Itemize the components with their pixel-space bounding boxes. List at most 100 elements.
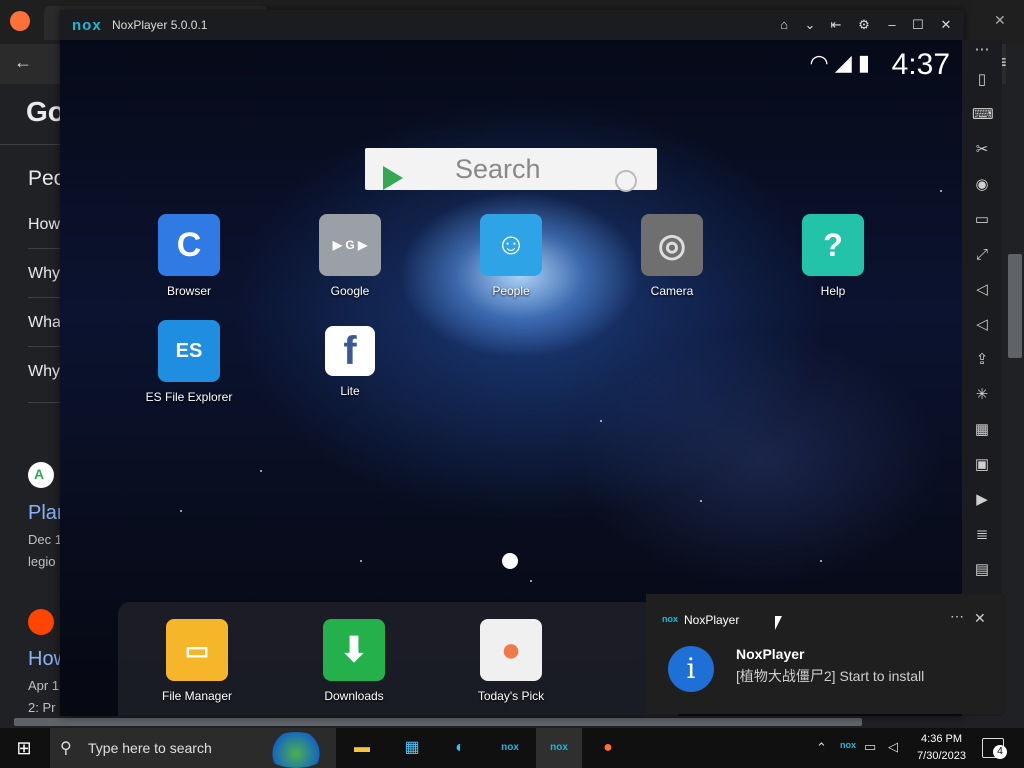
video-record-icon[interactable]: ▣ (972, 455, 992, 475)
home-icon[interactable]: ⌂ (774, 15, 794, 35)
play-video-icon[interactable]: ▶ (972, 490, 992, 510)
divider (28, 297, 60, 298)
location-icon[interactable]: ◉ (972, 175, 992, 195)
balloons-icon: ● (480, 619, 542, 681)
folder-icon: ▭ (166, 619, 228, 681)
nox-active-taskbar-icon[interactable]: nox (545, 736, 573, 760)
dock-downloads[interactable]: ⬇ Downloads (299, 619, 409, 703)
star (600, 420, 602, 422)
star (530, 580, 532, 582)
star (940, 190, 942, 192)
microsoft-store-icon[interactable]: ▦ (398, 736, 426, 760)
controller-icon[interactable]: ▤ (972, 560, 992, 580)
edge-icon[interactable]: ◐ (446, 736, 474, 760)
star (180, 510, 182, 512)
macro-icon[interactable]: ▦ (972, 420, 992, 440)
minimize-icon[interactable]: – (882, 15, 902, 35)
app-help[interactable]: ? Help (778, 214, 888, 298)
install-apk-icon[interactable]: ⇪ (972, 350, 992, 370)
question-3[interactable]: Wha (28, 314, 61, 332)
scissors-icon[interactable]: ✂ (972, 140, 992, 160)
app-google-folder[interactable]: ▶ G ▶ Google (295, 214, 405, 298)
taskbar-search-box[interactable]: ⚲ Type here to search (50, 728, 336, 768)
windows-taskbar: ⊞ ⚲ Type here to search ▬ ▦ ◐ nox nox ● … (0, 728, 1024, 768)
back-arrow-icon[interactable]: ← (14, 52, 32, 73)
app-label: Browser (166, 284, 211, 298)
mouse-cursor (775, 616, 782, 630)
android-logo-icon: A (34, 466, 45, 482)
taskbar-search-placeholder: Type here to search (88, 740, 212, 756)
volume-up-icon[interactable]: ◁ (972, 280, 992, 300)
volume-icon[interactable]: ◁ (888, 739, 898, 755)
chevron-up-icon[interactable]: ⌃ (816, 740, 827, 756)
nox-title-bar[interactable]: nox NoxPlayer 5.0.0.1 ⌂ ⌄ ⇤ ⚙ – ☐ ✕ (60, 10, 964, 40)
people-icon: ☺ (480, 214, 542, 276)
question-1[interactable]: How (28, 216, 60, 234)
firefox-icon[interactable]: ● (594, 736, 622, 760)
wifi-icon: ◠ (809, 50, 829, 75)
browser-horizontal-scrollbar[interactable] (0, 716, 1006, 728)
app-browser[interactable]: C Browser (134, 214, 244, 298)
search-icon: ⚲ (60, 740, 72, 757)
more-icon[interactable]: ⋯ (972, 40, 992, 60)
es-file-explorer-icon: ES (158, 320, 220, 382)
loading-icon[interactable]: ✳ (972, 385, 992, 405)
star (700, 500, 702, 502)
notification-toast[interactable]: nox NoxPlayer ⋯ ✕ i NoxPlayer [植物大战僵尸2] … (646, 594, 1006, 714)
clock-time: 4:36 PM (921, 733, 963, 745)
firefox-icon[interactable] (10, 11, 30, 31)
status-icons: ◠ ◢ ▮ (810, 50, 870, 76)
multi-instance-icon[interactable]: ≣ (972, 525, 992, 545)
app-camera[interactable]: ◎ Camera (617, 214, 727, 298)
app-label: Lite (340, 384, 360, 398)
divider (28, 346, 60, 347)
gear-icon[interactable]: ⚙ (854, 15, 874, 35)
close-icon[interactable]: ✕ (936, 15, 956, 35)
volume-down-icon[interactable]: ◁ (972, 315, 992, 335)
browser-close-icon[interactable]: ✕ (994, 12, 1006, 29)
app-people[interactable]: ☺ People (456, 214, 566, 298)
google-folder-icon: ▶ G ▶ (319, 214, 381, 276)
keyboard-icon[interactable]: ⌨ (972, 105, 994, 125)
nox-window-title: NoxPlayer 5.0.0.1 (112, 18, 208, 32)
toast-heading: NoxPlayer (736, 646, 805, 662)
search-placeholder: Search (455, 154, 541, 184)
battery-icon: ▮ (857, 50, 870, 75)
question-4[interactable]: Why (28, 363, 60, 381)
dock-file-manager[interactable]: ▭ File Manager (142, 619, 252, 703)
scrollbar-thumb[interactable] (14, 718, 862, 726)
clock-date: 7/30/2023 (917, 750, 966, 762)
app-label: Help (820, 284, 846, 298)
fullscreen-icon[interactable]: ⤢ (972, 245, 992, 265)
app-facebook-lite[interactable]: f Lite (295, 320, 405, 398)
play-store-icon (383, 166, 403, 190)
search-icon[interactable] (615, 170, 637, 192)
app-es-file-explorer[interactable]: ES ES File Explorer (134, 320, 244, 404)
file-explorer-icon[interactable]: ▬ (348, 736, 376, 760)
nox-taskbar-icon[interactable]: nox (496, 736, 524, 760)
nox-small-logo: nox (662, 614, 679, 624)
collapse-icon[interactable]: ⌄ (800, 15, 820, 35)
browser-icon: C (158, 214, 220, 276)
more-options-icon[interactable]: ⋯ (950, 608, 964, 625)
app-label: Camera (650, 284, 694, 298)
scrollbar-thumb[interactable] (1008, 254, 1022, 358)
pin-icon[interactable]: ⇤ (826, 15, 846, 35)
app-label: People (492, 284, 530, 298)
notification-center-icon[interactable]: 4 (982, 738, 1007, 759)
play-store-search-bar[interactable]: Search (365, 148, 657, 192)
windows-start-icon[interactable]: ⊞ (10, 736, 38, 760)
dock-todays-pick[interactable]: ● Today's Pick (456, 619, 566, 703)
browser-vertical-scrollbar[interactable] (1006, 44, 1024, 716)
nox-tray-icon[interactable]: nox (840, 740, 856, 750)
close-icon[interactable]: ✕ (974, 610, 986, 627)
shake-icon[interactable]: ▯ (972, 70, 992, 90)
taskbar-clock[interactable]: 4:36 PM 7/30/2023 (917, 731, 966, 765)
question-2[interactable]: Why (28, 265, 60, 283)
maximize-icon[interactable]: ☐ (908, 15, 928, 35)
divider (28, 248, 60, 249)
screen-icon[interactable]: ▭ (972, 210, 992, 230)
divider (28, 402, 60, 403)
network-icon[interactable]: ▭ (864, 739, 876, 755)
info-icon: i (668, 646, 714, 692)
